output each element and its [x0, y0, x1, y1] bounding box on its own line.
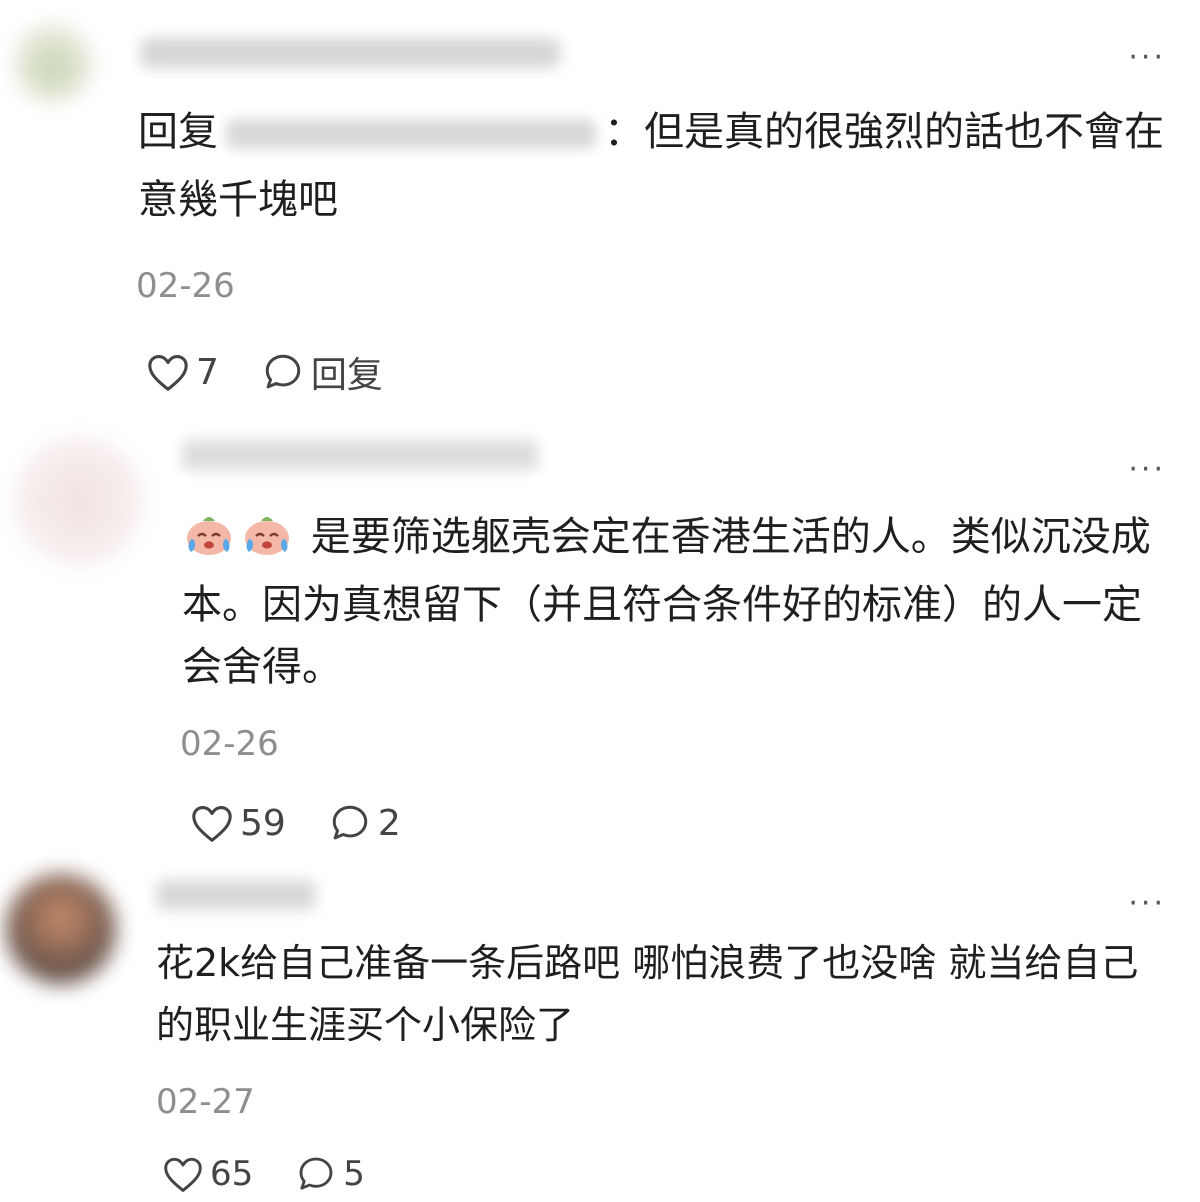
like-button[interactable]: 7 — [146, 352, 219, 393]
reply-count: 5 — [343, 1154, 365, 1194]
reply-button[interactable]: 回复 — [261, 346, 383, 398]
speech-bubble-icon — [332, 805, 368, 840]
reply-prefix: 回复 — [138, 109, 218, 155]
more-options-button[interactable]: ··· — [1128, 889, 1166, 919]
crying-face-emoji — [240, 512, 294, 574]
speech-bubble-icon — [299, 1157, 333, 1190]
heart-outline-icon — [148, 355, 188, 391]
avatar[interactable] — [14, 436, 144, 566]
like-button[interactable]: 59 — [190, 803, 286, 844]
action-bar: 59 2 — [190, 802, 443, 844]
comment-2: ··· 是要筛选躯壳会定在香港生活的人。类似沉没成本。因为真想留下（并且符合条件… — [0, 410, 1200, 860]
comment-3: ··· 花2k给自己准备一条后路吧 哪怕浪费了也没啥 就当给自己的职业生涯买个小… — [0, 860, 1200, 1202]
like-count: 65 — [210, 1154, 254, 1194]
comment-text: 花2k给自己准备一条后路吧 哪怕浪费了也没啥 就当给自己的职业生涯买个小保险了 — [156, 932, 1166, 1056]
comment-1: ··· 回复 ：但是真的很強烈的話也不會在意幾千塊吧 02-26 7 回复 — [0, 0, 1200, 410]
reply-button[interactable]: 5 — [295, 1154, 365, 1194]
mentioned-user-blurred[interactable] — [226, 119, 596, 149]
comment-date: 02-26 — [136, 266, 235, 306]
comment-date: 02-26 — [180, 724, 279, 764]
username-blurred[interactable] — [156, 880, 316, 910]
avatar[interactable] — [14, 24, 92, 102]
speech-bubble-icon — [265, 354, 301, 389]
comment-text: 是要筛选躯壳会定在香港生活的人。类似沉没成本。因为真想留下（并且符合条件好的标准… — [182, 506, 1172, 698]
comment-date: 02-27 — [156, 1082, 255, 1122]
more-options-button[interactable]: ··· — [1128, 43, 1166, 73]
like-count: 7 — [196, 351, 219, 393]
crying-face-emoji — [182, 512, 236, 574]
reply-label: 回复 — [310, 355, 383, 396]
heart-outline-icon — [192, 806, 232, 842]
username-blurred[interactable] — [140, 38, 560, 68]
like-count: 59 — [240, 802, 286, 844]
comment-body: 是要筛选躯壳会定在香港生活的人。类似沉没成本。因为真想留下（并且符合条件好的标准… — [182, 514, 1151, 690]
more-options-button[interactable]: ··· — [1128, 455, 1166, 485]
comment-body: 花2k给自己准备一条后路吧 哪怕浪费了也没啥 就当给自己的职业生涯买个小保险了 — [156, 941, 1139, 1047]
heart-outline-icon — [164, 1157, 202, 1192]
reply-count: 2 — [377, 802, 401, 844]
username-blurred[interactable] — [182, 440, 538, 470]
avatar[interactable] — [6, 874, 116, 984]
comment-text: 回复 ：但是真的很強烈的話也不會在意幾千塊吧 — [138, 98, 1168, 234]
action-bar: 65 5 — [162, 1154, 407, 1194]
like-button[interactable]: 65 — [162, 1154, 253, 1194]
reply-button[interactable]: 2 — [328, 802, 401, 844]
action-bar: 7 回复 — [146, 346, 425, 398]
